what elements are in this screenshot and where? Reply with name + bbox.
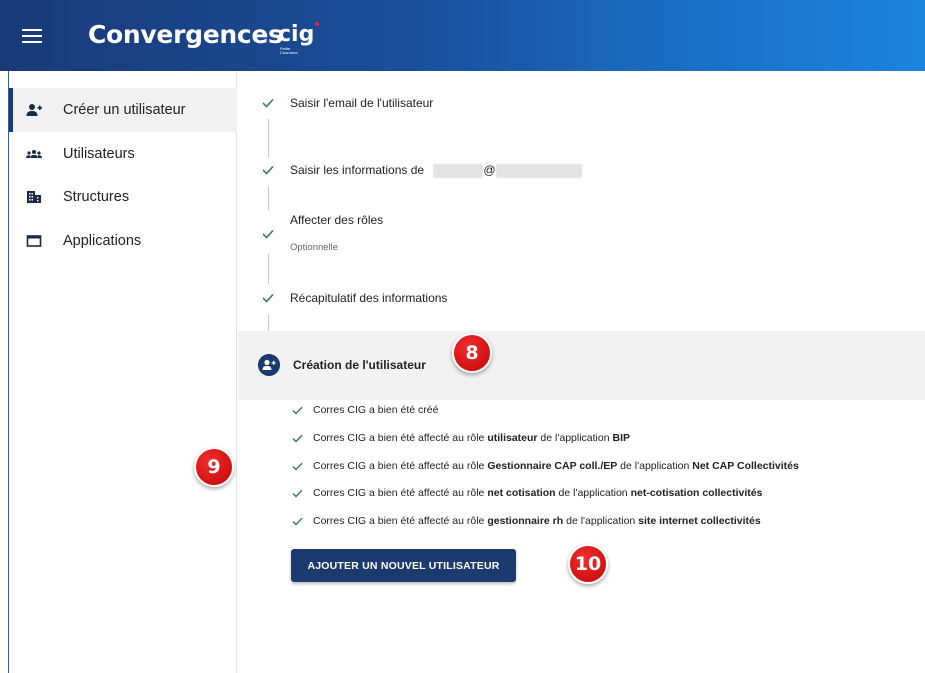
result-bold-text: net cotisation	[487, 487, 556, 499]
check-icon	[262, 293, 274, 303]
building-icon	[27, 191, 41, 203]
result-plain-text: de l'application	[617, 460, 693, 472]
active-step: Création de l'utilisateur	[238, 331, 925, 400]
sidebar-item-structures[interactable]: Structures	[9, 175, 237, 219]
sidebar-item-applications[interactable]: Applications	[9, 219, 237, 263]
redacted-text	[433, 163, 484, 178]
sidebar-item-create-user[interactable]: Créer un utilisateur	[9, 88, 237, 132]
step-connector	[268, 119, 269, 157]
step-label: Récapitulatif des informations	[290, 291, 448, 305]
step-connector	[268, 186, 269, 210]
sidebar: Créer un utilisateur Utilisateurs Struct…	[9, 71, 237, 673]
result-plain-text: Corres CIG a bien été créé	[313, 404, 439, 416]
sidebar-item-label: Utilisateurs	[63, 146, 135, 162]
result-plain-text: Corres CIG a bien été affecté au rôle	[313, 515, 488, 527]
annotation-badge-9: 9	[194, 447, 234, 487]
result-text: Corres CIG a bien été créé	[313, 404, 438, 416]
annotation-badge-8: 8	[452, 333, 492, 373]
result-bold-text: BIP	[612, 432, 631, 444]
step-label-text: Saisir les informations de	[290, 163, 425, 177]
result-plain-text: Corres CIG a bien été affecté au rôle	[313, 460, 488, 472]
check-icon	[262, 165, 274, 175]
result-bold-text: gestionnaire rh	[487, 515, 564, 527]
hamburger-menu-icon[interactable]	[22, 29, 42, 43]
step-label-info: Saisir les informations de @	[290, 163, 582, 178]
add-user-icon	[26, 104, 42, 116]
stepper-panel: Saisir l'email de l'utilisateur Saisir l…	[238, 71, 925, 673]
result-text: Corres CIG a bien été affecté au rôle ne…	[313, 487, 762, 499]
app-header: Convergences cig Petite Couronne	[0, 0, 925, 71]
add-user-icon	[258, 354, 280, 376]
result-bold-text: utilisateur	[487, 432, 538, 444]
step-connector	[268, 315, 269, 331]
result-bold-text: Net CAP Collectivités	[692, 460, 799, 472]
check-icon	[262, 229, 274, 239]
add-new-user-button[interactable]: AJOUTER UN NOUVEL UTILISATEUR	[291, 549, 516, 582]
result-text: Corres CIG a bien été affecté au rôle ut…	[313, 432, 630, 444]
result-bold-text: site internet collectivités	[638, 515, 761, 527]
check-icon	[292, 489, 303, 498]
annotation-badge-10: 10	[568, 544, 608, 584]
result-plain-text: Corres CIG a bien été affecté au rôle	[313, 432, 488, 444]
result-bold-text: Gestionnaire CAP coll./EP	[487, 460, 618, 472]
result-text: Corres CIG a bien été affecté au rôle ge…	[313, 515, 761, 527]
result-bold-text: net-cotisation collectivités	[630, 487, 763, 499]
sidebar-item-label: Structures	[63, 189, 130, 205]
cig-logo: cig Petite Couronne	[278, 22, 320, 59]
check-icon	[292, 406, 303, 415]
sidebar-item-users[interactable]: Utilisateurs	[9, 132, 237, 176]
result-plain-text: de l'application	[555, 487, 631, 499]
check-icon	[292, 517, 303, 526]
step-label: Saisir l'email de l'utilisateur	[290, 96, 434, 110]
result-text: Corres CIG a bien été affecté au rôle Ge…	[313, 460, 799, 472]
logo-dot	[315, 22, 320, 26]
logo-text: cig	[278, 22, 315, 47]
check-icon	[292, 434, 303, 443]
result-plain-text: de l'application	[563, 515, 639, 527]
logo-subtext: Petite Couronne	[280, 46, 298, 55]
sidebar-item-label: Créer un utilisateur	[63, 102, 186, 118]
step-connector	[268, 254, 269, 284]
email-at-sign: @	[483, 163, 496, 177]
active-step-label: Création de l'utilisateur	[293, 358, 426, 372]
result-plain-text: de l'application	[537, 432, 613, 444]
users-icon	[26, 150, 42, 158]
redacted-text	[495, 163, 582, 178]
check-icon	[262, 98, 274, 108]
window-icon	[26, 235, 42, 247]
app-title: Convergences	[88, 20, 283, 49]
check-icon	[292, 462, 303, 471]
result-plain-text: Corres CIG a bien été affecté au rôle	[313, 487, 488, 499]
sidebar-item-label: Applications	[63, 233, 142, 249]
step-sublabel: Optionnelle	[290, 242, 339, 253]
step-label: Affecter des rôles	[290, 213, 384, 227]
